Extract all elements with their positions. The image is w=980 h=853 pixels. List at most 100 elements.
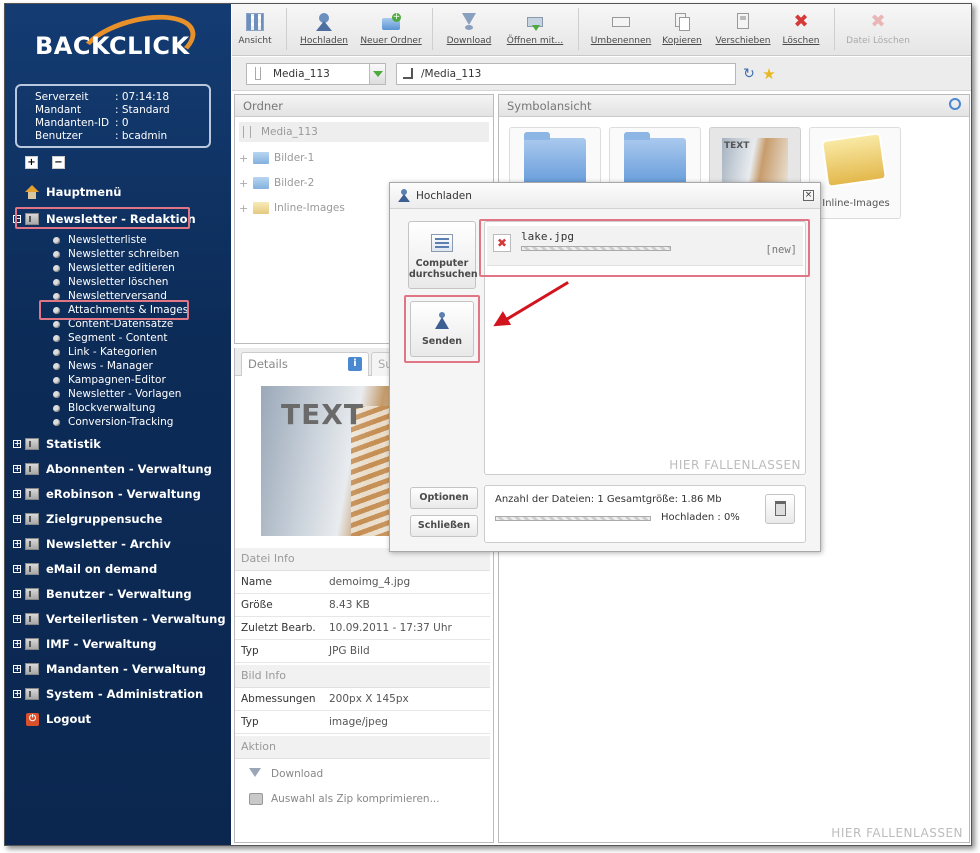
nav-section[interactable]: + eRobinson - Verwaltung <box>5 484 201 504</box>
expand-icon[interactable]: + <box>13 615 21 623</box>
folder-icon <box>253 152 269 164</box>
umbenennen-button[interactable]: Umbenennen <box>590 8 652 54</box>
drive-icon <box>243 126 251 138</box>
tree-root-label: Media_113 <box>261 126 318 138</box>
symbolansicht-title: Symbolansicht <box>507 99 592 113</box>
expand-all-button[interactable]: + <box>25 156 38 169</box>
nav-section[interactable]: + Mandanten - Verwaltung <box>5 659 206 679</box>
aktion-header: Aktion <box>235 736 490 759</box>
nav-section[interactable]: + Verteilerlisten - Verwaltung <box>5 609 226 629</box>
nav-section[interactable]: + IMF - Verwaltung <box>5 634 157 654</box>
detail-value: demoimg_4.jpg <box>329 576 411 588</box>
info-row: Mandanten-ID: 0 <box>35 117 209 130</box>
detail-value: 8.43 KB <box>329 599 370 611</box>
download-button[interactable]: Download <box>444 8 494 54</box>
expand-icon[interactable]: + <box>13 515 21 523</box>
hochladen-button[interactable]: Hochladen <box>298 8 350 54</box>
expand-icon[interactable]: + <box>239 152 253 165</box>
path-value: /Media_113 <box>421 68 482 80</box>
toolbar: Ansicht Hochladen + Neuer Ordner Downloa… <box>232 4 971 56</box>
tile-folder-inline-images[interactable]: Inline-Images <box>809 127 901 219</box>
expand-icon[interactable]: + <box>239 177 253 190</box>
nav-section[interactable]: + eMail on demand <box>5 559 157 579</box>
upload-progress-bar <box>495 516 651 521</box>
expand-icon[interactable]: + <box>13 540 21 548</box>
ansicht-button[interactable]: Ansicht <box>236 8 274 54</box>
tree-item-bilder-1[interactable]: + Bilder-1 <box>239 148 314 168</box>
nav-subitem[interactable]: Newsletter löschen <box>53 275 168 289</box>
kopieren-button[interactable]: Kopieren <box>660 8 704 54</box>
nav-section[interactable]: + Newsletter - Archiv <box>5 534 171 554</box>
nav-section[interactable]: + System - Administration <box>5 684 203 704</box>
expand-icon[interactable]: + <box>13 640 21 648</box>
backclick-logo: BACKCLICK <box>35 4 203 89</box>
nav-subitem[interactable]: Link - Kategorien <box>53 345 157 359</box>
info-key: Serverzeit <box>35 91 89 103</box>
nav-subitem[interactable]: Newsletter schreiben <box>53 247 179 261</box>
zoom-icon[interactable] <box>949 98 961 110</box>
expand-icon[interactable]: + <box>239 202 253 215</box>
folder-icon <box>25 613 39 625</box>
nav-section-label: Abonnenten - Verwaltung <box>46 462 212 476</box>
tab-details[interactable]: Details i <box>241 352 369 376</box>
action-download[interactable]: Download <box>249 768 323 780</box>
path-field[interactable]: /Media_113 <box>396 63 736 85</box>
tree-item-label: Bilder-2 <box>274 177 315 189</box>
tree-item-inline-images[interactable]: + Inline-Images <box>239 198 345 218</box>
oeffnen-mit-button[interactable]: Öffnen mit... <box>504 8 566 54</box>
delete-file-icon: ✖ <box>870 11 886 32</box>
download-label: Download <box>446 36 492 46</box>
nav-section-label: Statistik <box>46 437 101 451</box>
nav-logout[interactable]: ⏻ Logout <box>5 709 91 729</box>
nav-section[interactable]: + Benutzer - Verwaltung <box>5 584 192 604</box>
favorite-icon[interactable]: ★ <box>760 65 778 83</box>
nav-logout-label: Logout <box>46 712 92 726</box>
path-up-icon[interactable] <box>403 68 413 79</box>
nav-section[interactable]: + Statistik <box>5 434 101 454</box>
tree-item-bilder-2[interactable]: + Bilder-2 <box>239 173 314 193</box>
nav-section[interactable]: + Zielgruppensuche <box>5 509 162 529</box>
optionen-button[interactable]: Optionen <box>410 487 478 509</box>
expand-icon[interactable]: + <box>13 490 21 498</box>
datei-loeschen-button[interactable]: ✖ Datei Löschen <box>846 8 910 54</box>
nav-subitem[interactable]: Newsletter - Vorlagen <box>53 387 181 401</box>
thumbnail-text: TEXT <box>724 141 750 151</box>
expand-icon[interactable]: + <box>13 690 21 698</box>
nav-subitem-label: Newsletter löschen <box>68 276 169 288</box>
nav-subitem[interactable]: Segment - Content <box>53 331 167 345</box>
expand-icon[interactable]: + <box>13 665 21 673</box>
nav-section[interactable]: + Abonnenten - Verwaltung <box>5 459 212 479</box>
nav-subitem[interactable]: Kampagnen-Editor <box>53 373 166 387</box>
toolbar-separator <box>578 8 579 50</box>
tree-root[interactable]: Media_113 <box>239 122 489 142</box>
collapse-all-button[interactable]: − <box>52 156 65 169</box>
detail-key: Größe <box>241 599 273 611</box>
folder-select[interactable]: Media_113 <box>246 63 386 85</box>
info-value: : bcadmin <box>115 130 168 142</box>
verschieben-button[interactable]: Verschieben <box>714 8 772 54</box>
nav-home[interactable]: Hauptmenü <box>5 182 121 202</box>
folder-select-dropdown[interactable] <box>369 64 385 84</box>
refresh-icon[interactable]: ↻ <box>740 65 758 83</box>
expand-icon[interactable]: + <box>13 440 21 448</box>
nav-subitem[interactable]: News - Manager <box>53 359 153 373</box>
browse-computer-button[interactable]: Computer durchsuchen <box>408 221 478 289</box>
nav-subitem[interactable]: Blockverwaltung <box>53 401 155 415</box>
expand-icon[interactable]: + <box>13 565 21 573</box>
nav-subitem[interactable]: Conversion-Tracking <box>53 415 173 429</box>
clear-list-button[interactable] <box>765 494 795 524</box>
detail-value: JPG Bild <box>329 645 370 657</box>
nav-subitem[interactable]: Newsletterliste <box>53 233 147 247</box>
nav-subitem-label: Newsletter schreiben <box>68 248 180 260</box>
close-icon[interactable]: × <box>803 190 814 201</box>
expand-icon[interactable]: + <box>13 590 21 598</box>
neuer-ordner-button[interactable]: + Neuer Ordner <box>360 8 422 54</box>
loeschen-button[interactable]: ✖ Löschen <box>780 8 822 54</box>
expand-icon[interactable]: + <box>13 465 21 473</box>
action-zip[interactable]: Auswahl als Zip komprimieren... <box>249 793 440 805</box>
nav-subitem[interactable]: Newsletter editieren <box>53 261 175 275</box>
nav-section-label: Mandanten - Verwaltung <box>46 662 207 676</box>
image-folder-icon <box>253 202 269 214</box>
schliessen-button[interactable]: Schließen <box>410 515 478 537</box>
nav-subitem-label: Newsletterliste <box>68 234 147 246</box>
